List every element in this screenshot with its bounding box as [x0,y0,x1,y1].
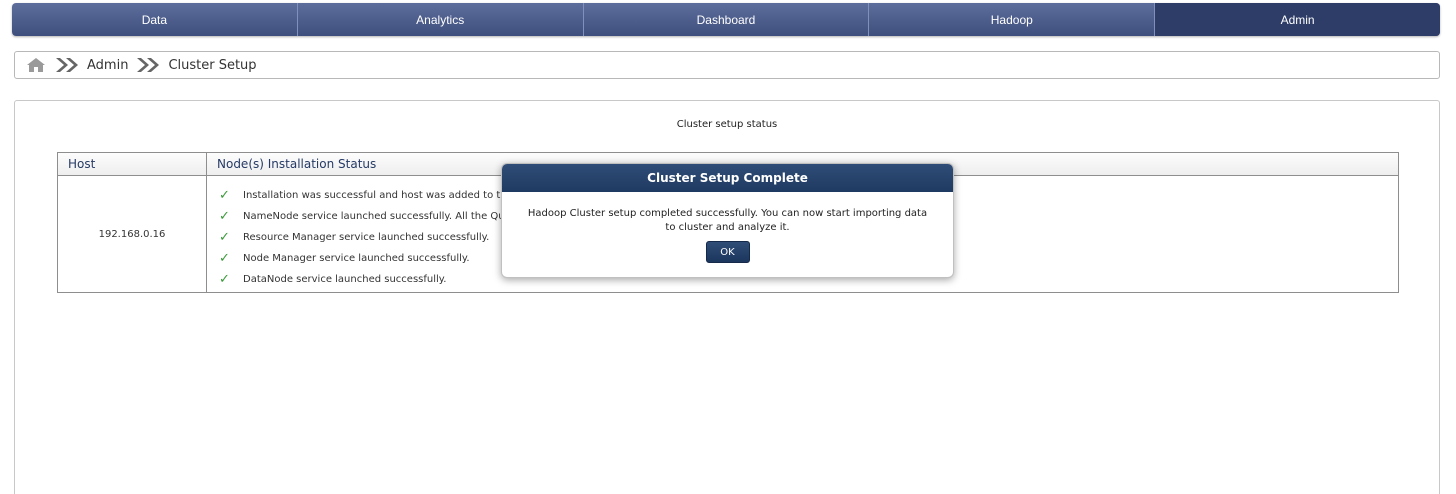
checkmark-icon: ✓ [219,251,230,266]
checkmark-icon: ✓ [219,230,230,245]
dialog-title: Cluster Setup Complete [502,164,953,192]
status-text: Resource Manager service launched succes… [243,232,490,243]
tab-admin[interactable]: Admin [1155,3,1440,36]
column-header-host: Host [58,153,207,175]
cluster-status-panel: Cluster setup status Host Node(s) Instal… [14,100,1440,494]
status-text: NameNode service launched successfully. … [243,211,511,222]
host-cell: 192.168.0.16 [58,176,207,292]
double-chevron-right-icon [53,56,81,74]
cluster-setup-complete-dialog: Cluster Setup Complete Hadoop Cluster se… [501,163,954,278]
tab-dashboard[interactable]: Dashboard [584,3,870,36]
dialog-message: Hadoop Cluster setup completed successfu… [527,208,928,233]
tab-hadoop[interactable]: Hadoop [869,3,1156,36]
tab-data[interactable]: Data [12,3,298,36]
checkmark-icon: ✓ [219,188,230,203]
checkmark-icon: ✓ [219,272,230,287]
panel-title: Cluster setup status [676,119,778,130]
breadcrumb-item-admin[interactable]: Admin [87,58,128,73]
home-icon[interactable] [25,56,47,74]
ok-button[interactable]: OK [705,241,750,263]
breadcrumb: Admin Cluster Setup [14,51,1440,79]
main-nav: Data Analytics Dashboard Hadoop Admin [12,3,1440,36]
double-chevron-right-icon [134,56,162,74]
checkmark-icon: ✓ [219,209,230,224]
tab-analytics[interactable]: Analytics [298,3,584,36]
status-text: Node Manager service launched successful… [243,253,470,264]
breadcrumb-item-cluster-setup: Cluster Setup [168,57,257,73]
status-text: DataNode service launched successfully. [243,274,447,285]
status-text: Installation was successful and host was… [243,190,513,201]
